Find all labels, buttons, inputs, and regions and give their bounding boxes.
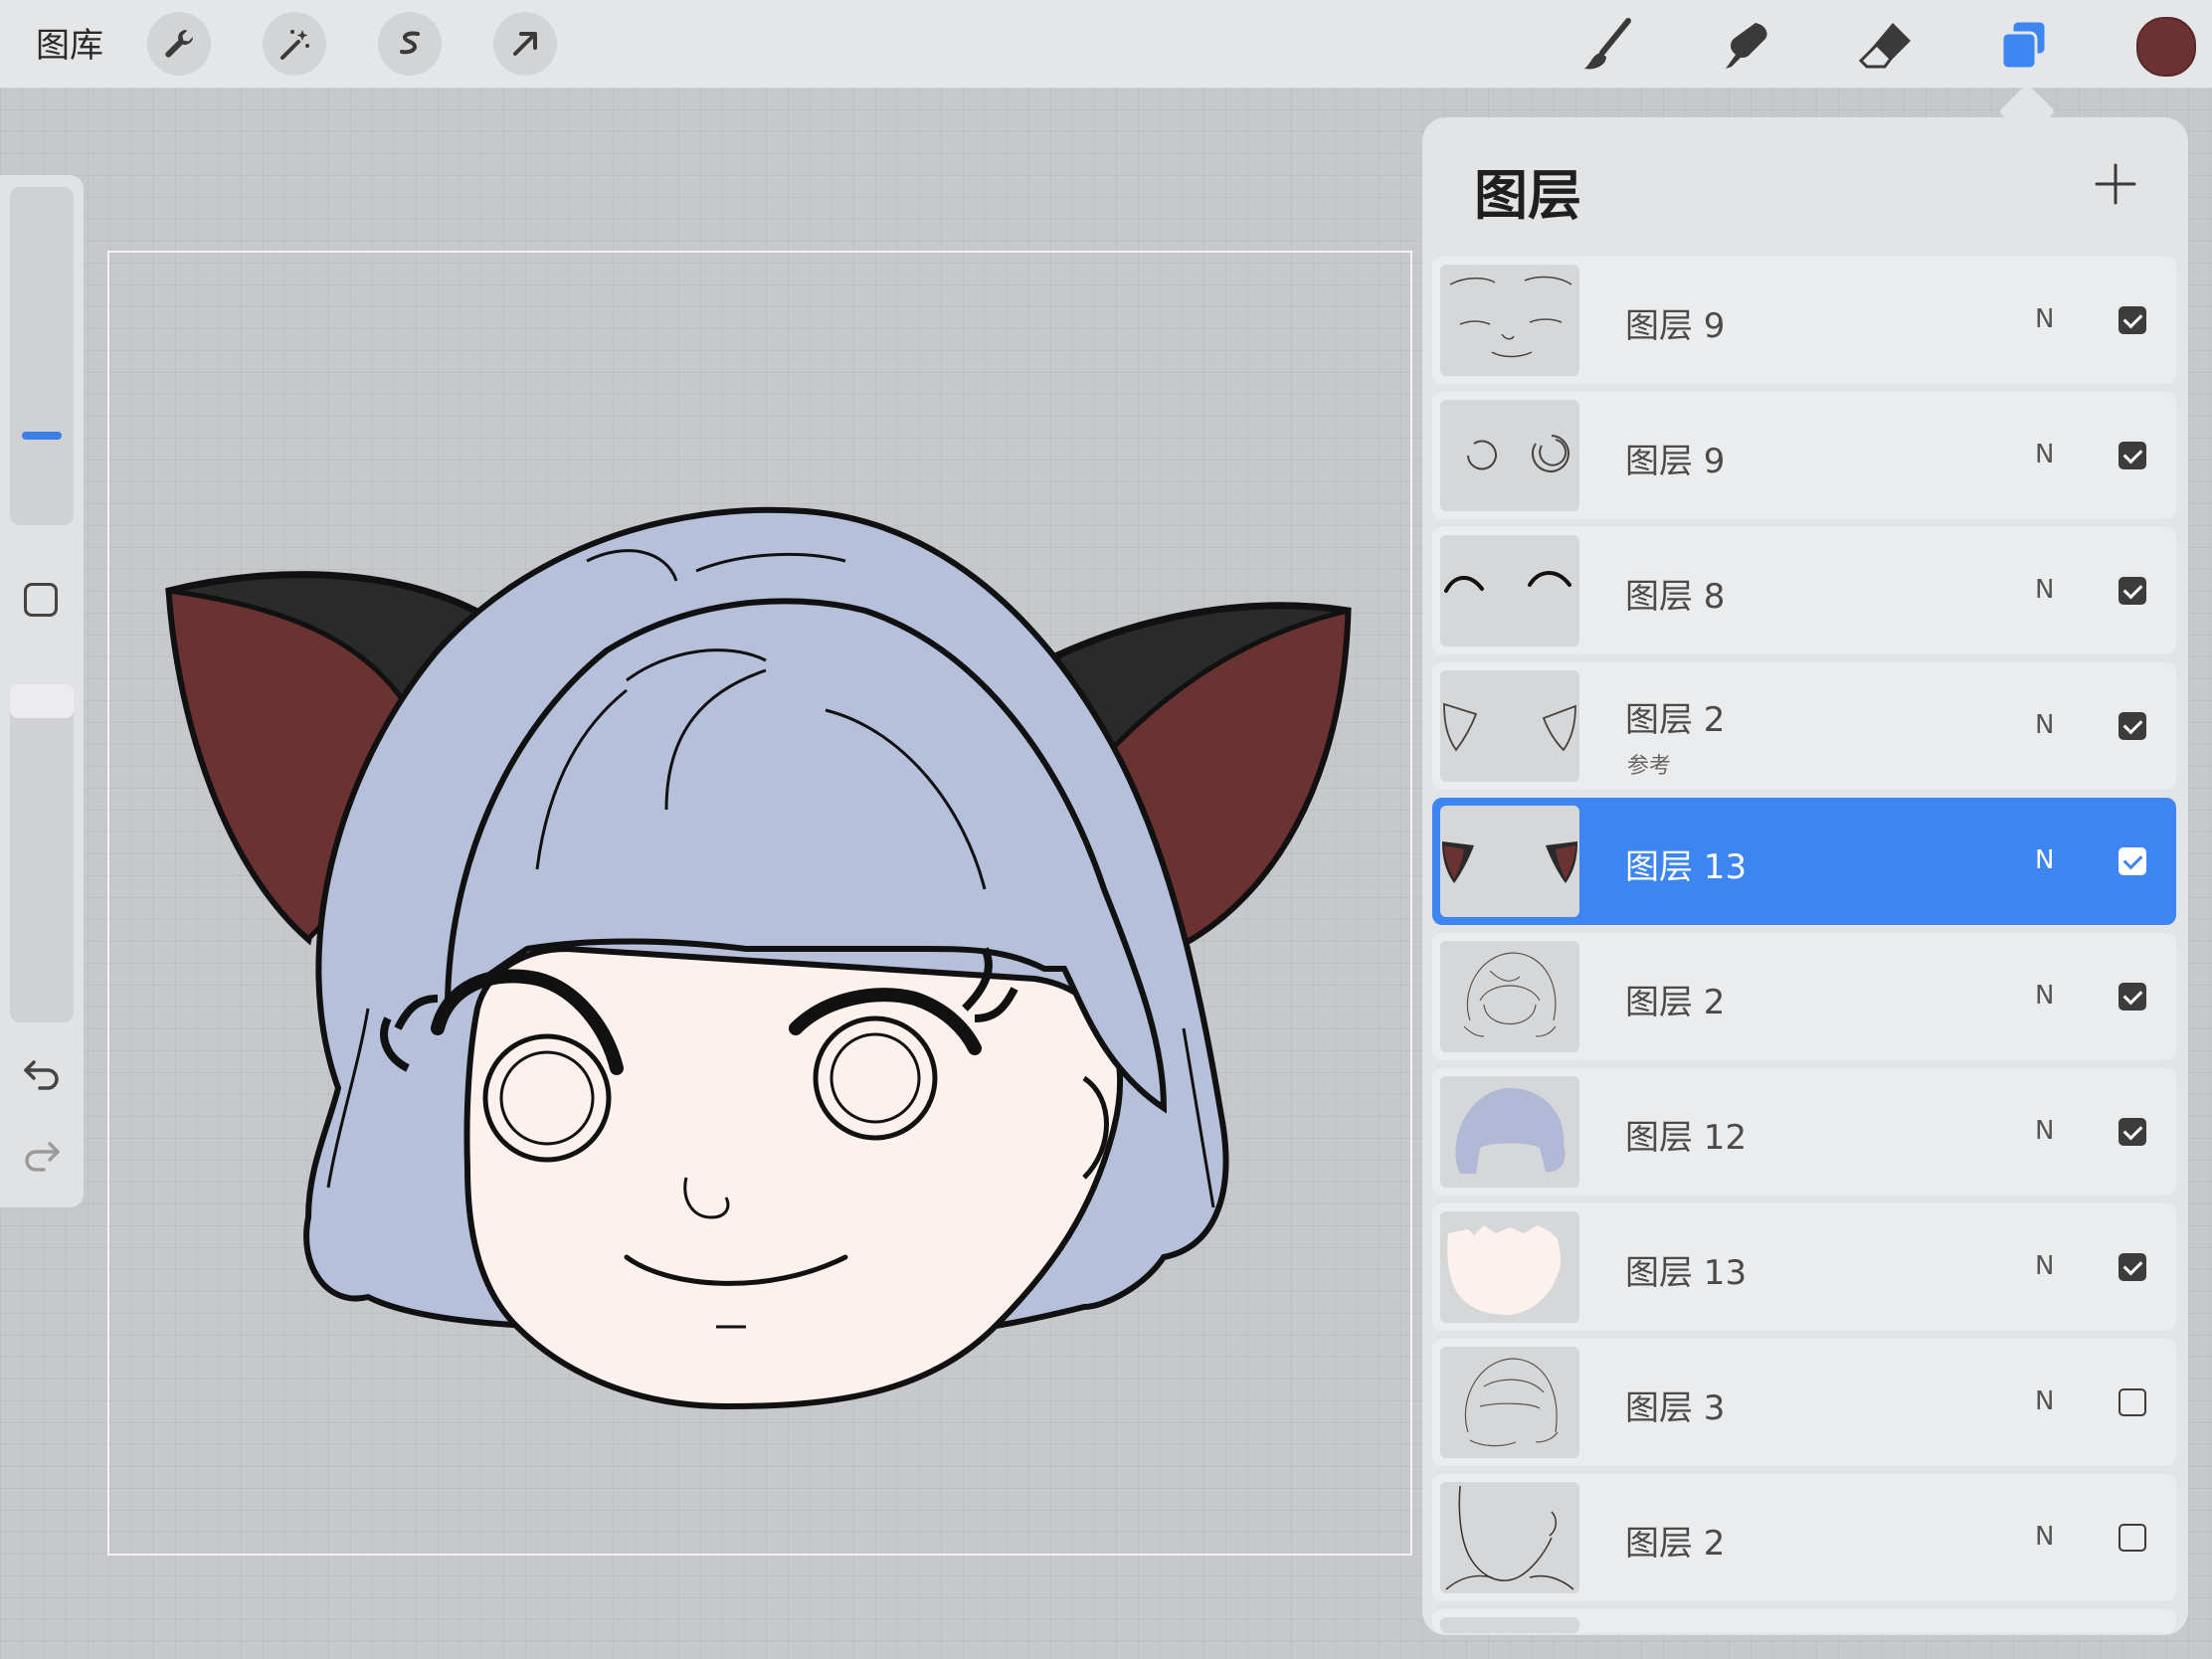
layer-row[interactable]: 图层 3 N [1432, 1339, 2176, 1466]
brush-size-thumb[interactable] [22, 432, 62, 440]
blend-mode-button[interactable]: N [2035, 575, 2054, 605]
blend-mode-button[interactable]: N [2035, 845, 2054, 875]
layer-name: 图层 12 [1625, 1118, 1748, 1158]
layer-row[interactable]: 图层 8 N [1432, 527, 2176, 654]
wrench-icon[interactable] [147, 12, 211, 76]
layer-name: 图层 13 [1625, 1253, 1748, 1293]
layer-row[interactable]: 图层 9 N [1432, 257, 2176, 384]
layer-thumbnail [1440, 400, 1579, 511]
layer-row-selected[interactable]: 图层 13 N [1432, 798, 2176, 925]
blend-mode-button[interactable]: N [2035, 1386, 2054, 1416]
layers-panel: 图层 图层 9 N 图层 9 N 图层 8 N 图层 2 参考 N 图层 13 … [1422, 117, 2188, 1635]
opacity-slider[interactable] [10, 684, 74, 1022]
layer-row-partial[interactable] [1432, 1609, 2176, 1633]
layer-row[interactable]: 图层 12 N [1432, 1068, 2176, 1196]
layer-thumbnail [1440, 1482, 1579, 1593]
layer-thumbnail [1440, 1076, 1579, 1188]
blend-mode-button[interactable]: N [2035, 1251, 2054, 1281]
layer-name: 图层 13 [1625, 847, 1748, 887]
selection-icon[interactable] [378, 12, 442, 76]
modify-button[interactable] [24, 583, 58, 617]
blend-mode-button[interactable]: N [2035, 1522, 2054, 1552]
visibility-checkbox[interactable] [2119, 1118, 2146, 1146]
layer-row[interactable]: 图层 13 N [1432, 1203, 2176, 1331]
visibility-checkbox[interactable] [2119, 712, 2146, 740]
face [463, 945, 1124, 1410]
reference-label: 参考 [1627, 754, 1672, 779]
left-sidebar [0, 175, 84, 1207]
smudge-icon[interactable] [1713, 12, 1780, 80]
artwork [165, 506, 1352, 1410]
visibility-checkbox[interactable] [2119, 1253, 2146, 1281]
layer-name: 图层 2 [1625, 983, 1726, 1022]
redo-icon[interactable] [20, 1130, 64, 1174]
plus-icon[interactable] [2091, 159, 2140, 209]
layer-name: 图层 3 [1625, 1388, 1726, 1428]
layer-thumbnail [1440, 806, 1579, 917]
top-toolbar: 图库 [0, 0, 2212, 89]
visibility-checkbox[interactable] [2119, 983, 2146, 1011]
panel-title: 图层 [1474, 164, 1581, 227]
color-picker-button[interactable] [2136, 17, 2196, 77]
blend-mode-button[interactable]: N [2035, 304, 2054, 334]
undo-icon[interactable] [20, 1048, 64, 1092]
brush-icon[interactable] [1573, 12, 1641, 80]
visibility-checkbox[interactable] [2119, 306, 2146, 334]
blend-mode-button[interactable]: N [2035, 1116, 2054, 1146]
layer-row[interactable]: 图层 9 N [1432, 392, 2176, 519]
layer-thumbnail [1440, 1347, 1579, 1458]
brush-size-slider[interactable] [10, 187, 74, 525]
layer-name: 图层 2 [1625, 700, 1726, 740]
eraser-icon[interactable] [1852, 12, 1920, 80]
layers-icon[interactable] [1991, 12, 2059, 80]
layer-thumbnail [1440, 535, 1579, 646]
layer-name: 图层 8 [1625, 577, 1726, 617]
blend-mode-button[interactable]: N [2035, 981, 2054, 1011]
magic-wand-icon[interactable] [263, 12, 326, 76]
gallery-button[interactable]: 图库 [36, 18, 103, 67]
opacity-thumb[interactable] [10, 684, 74, 718]
visibility-checkbox[interactable] [2119, 577, 2146, 605]
visibility-checkbox[interactable] [2119, 1388, 2146, 1416]
blend-mode-button[interactable]: N [2035, 710, 2054, 740]
layer-thumbnail [1440, 265, 1579, 376]
layer-row[interactable]: 图层 2 N [1432, 1474, 2176, 1601]
layer-thumbnail [1440, 941, 1579, 1052]
visibility-checkbox[interactable] [2119, 1524, 2146, 1552]
visibility-checkbox[interactable] [2119, 442, 2146, 469]
layer-list: 图层 9 N 图层 9 N 图层 8 N 图层 2 参考 N 图层 13 N 图… [1432, 257, 2176, 1635]
layer-thumbnail [1440, 1617, 1579, 1633]
move-arrow-icon[interactable] [493, 12, 557, 76]
layer-thumbnail [1440, 670, 1579, 782]
layer-row[interactable]: 图层 2 N [1432, 933, 2176, 1060]
layer-row[interactable]: 图层 2 参考 N [1432, 662, 2176, 790]
layer-name: 图层 9 [1625, 306, 1726, 346]
layer-thumbnail [1440, 1211, 1579, 1323]
visibility-checkbox[interactable] [2119, 847, 2146, 875]
layer-name: 图层 9 [1625, 442, 1726, 481]
blend-mode-button[interactable]: N [2035, 440, 2054, 469]
drawing-canvas[interactable] [107, 251, 1412, 1556]
layer-name: 图层 2 [1625, 1524, 1726, 1564]
